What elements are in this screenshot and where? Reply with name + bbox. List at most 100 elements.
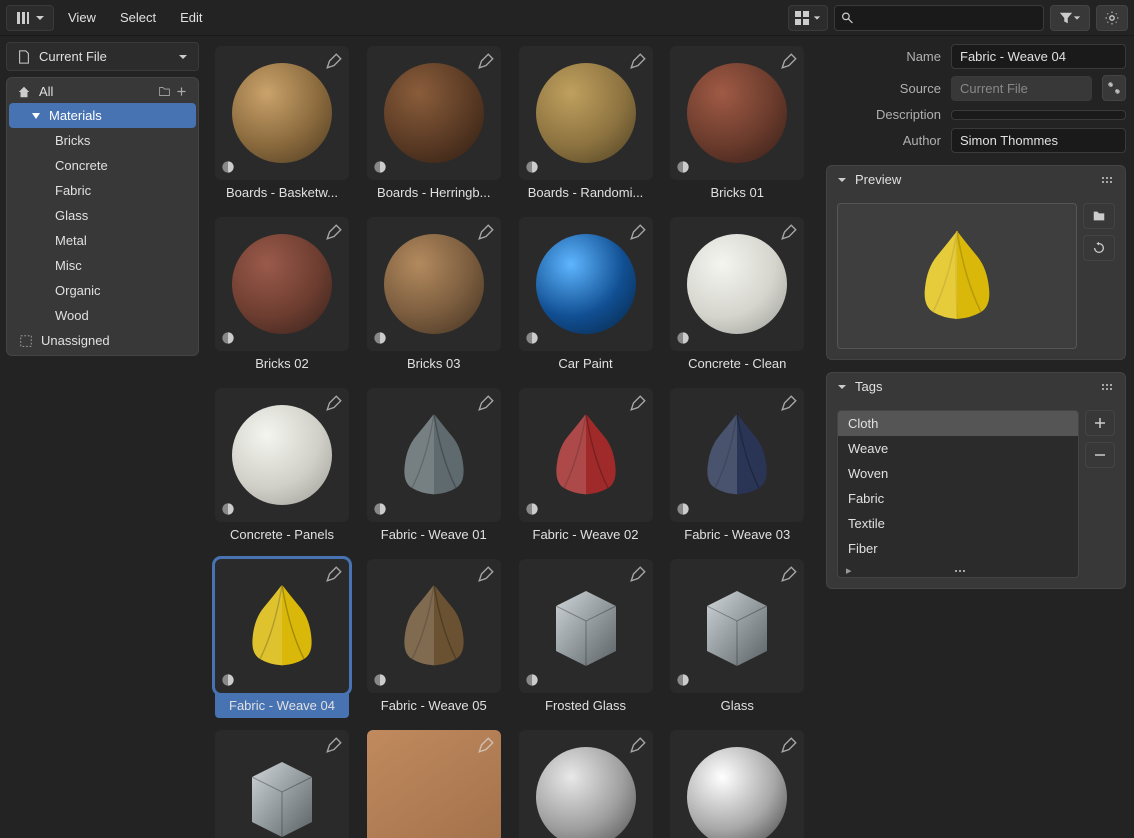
source-tools-button[interactable]	[1102, 75, 1126, 101]
tag-row[interactable]: Fabric	[838, 486, 1078, 511]
material-label: Bricks 02	[215, 351, 349, 376]
drag-handle-icon	[1101, 176, 1115, 184]
settings-button[interactable]	[1096, 5, 1128, 31]
material-card[interactable]: Concrete - Clean	[670, 217, 804, 376]
chevron-down-icon	[1073, 14, 1081, 22]
preview-refresh-button[interactable]	[1083, 235, 1115, 261]
tag-row[interactable]: Fiber	[838, 536, 1078, 561]
author-field[interactable]: Simon Thommes	[951, 128, 1126, 153]
source-selector[interactable]: Current File	[6, 42, 199, 71]
source-selector-label: Current File	[39, 49, 107, 64]
menu-edit[interactable]: Edit	[170, 6, 212, 29]
preview-header[interactable]: Preview	[827, 166, 1125, 193]
edit-icon	[325, 565, 343, 583]
catalog-tree: All Materials BricksConcreteFabricGlassM…	[6, 77, 199, 356]
material-card[interactable]: Concrete - Panels	[215, 388, 349, 547]
material-card[interactable]: Glass	[670, 559, 804, 718]
new-catalog-icon[interactable]	[158, 85, 171, 98]
material-preview	[215, 388, 349, 522]
material-label: Car Paint	[519, 351, 653, 376]
preview-load-button[interactable]	[1083, 203, 1115, 229]
material-card[interactable]: Metal - Chrome	[670, 730, 804, 838]
material-preview	[215, 46, 349, 180]
material-card[interactable]: Glass (Dispersion)	[215, 730, 349, 838]
material-card[interactable]: Bricks 03	[367, 217, 501, 376]
chevron-down-icon	[837, 382, 847, 392]
material-card[interactable]: Fabric - Weave 01	[367, 388, 501, 547]
edit-icon	[629, 52, 647, 70]
search-box[interactable]	[834, 5, 1044, 31]
tree-child-wood[interactable]: Wood	[9, 303, 196, 328]
tree-child-organic[interactable]: Organic	[9, 278, 196, 303]
material-card[interactable]: Fabric - Weave 03	[670, 388, 804, 547]
search-input[interactable]	[854, 10, 1037, 25]
material-type-icon	[219, 671, 237, 689]
material-label: Fabric - Weave 02	[519, 522, 653, 547]
edit-icon	[629, 394, 647, 412]
remove-tag-button[interactable]	[1085, 442, 1115, 468]
tree-child-fabric[interactable]: Fabric	[9, 178, 196, 203]
material-preview	[670, 46, 804, 180]
edit-icon	[780, 394, 798, 412]
material-type-icon	[674, 500, 692, 518]
tree-all[interactable]: All	[39, 84, 53, 99]
tags-title: Tags	[855, 379, 882, 394]
tree-unassigned[interactable]: Unassigned	[9, 328, 196, 353]
view-mode-button[interactable]	[788, 5, 828, 31]
tree-child-bricks[interactable]: Bricks	[9, 128, 196, 153]
description-field[interactable]	[951, 110, 1126, 120]
editor-type-button[interactable]	[6, 5, 54, 31]
edit-icon	[477, 736, 495, 754]
tag-row[interactable]: Cloth	[838, 411, 1078, 436]
tree-materials[interactable]: Materials	[9, 103, 196, 128]
edit-icon	[780, 736, 798, 754]
name-field[interactable]: Fabric - Weave 04	[951, 44, 1126, 69]
chevron-down-icon	[813, 14, 821, 22]
material-type-icon	[523, 329, 541, 347]
edit-icon	[780, 223, 798, 241]
play-icon: ▸	[846, 564, 852, 577]
unassigned-icon	[19, 334, 33, 348]
tag-row[interactable]: Woven	[838, 461, 1078, 486]
material-card[interactable]: Car Paint	[519, 217, 653, 376]
preview-section: Preview	[826, 165, 1126, 360]
material-preview	[519, 217, 653, 351]
tree-child-concrete[interactable]: Concrete	[9, 153, 196, 178]
filter-button[interactable]	[1050, 5, 1090, 31]
material-card[interactable]: Fabric - Weave 04	[215, 559, 349, 718]
material-card[interactable]: Bricks 02	[215, 217, 349, 376]
material-type-icon	[219, 158, 237, 176]
tags-header[interactable]: Tags	[827, 373, 1125, 400]
material-card[interactable]: Human Skin	[367, 730, 501, 838]
material-preview	[215, 730, 349, 838]
material-grid: Boards - Basketw...Boards - Herringb...B…	[205, 36, 818, 838]
material-type-icon	[371, 329, 389, 347]
menu-view[interactable]: View	[58, 6, 106, 29]
material-card[interactable]: Metal - Brushed	[519, 730, 653, 838]
tree-child-misc[interactable]: Misc	[9, 253, 196, 278]
tree-child-metal[interactable]: Metal	[9, 228, 196, 253]
material-card[interactable]: Frosted Glass	[519, 559, 653, 718]
header-bar: View Select Edit	[0, 0, 1134, 36]
material-card[interactable]: Bricks 01	[670, 46, 804, 205]
material-label: Boards - Basketw...	[215, 180, 349, 205]
tags-section: Tags ClothWeaveWovenFabricTextileFiber ▸	[826, 372, 1126, 589]
material-type-icon	[371, 500, 389, 518]
material-card[interactable]: Boards - Herringb...	[367, 46, 501, 205]
material-preview	[367, 730, 501, 838]
drag-handle-icon[interactable]	[954, 568, 968, 574]
add-tag-button[interactable]	[1085, 410, 1115, 436]
search-icon	[841, 11, 854, 25]
tree-child-glass[interactable]: Glass	[9, 203, 196, 228]
material-card[interactable]: Boards - Randomi...	[519, 46, 653, 205]
material-card[interactable]: Fabric - Weave 05	[367, 559, 501, 718]
tag-row[interactable]: Textile	[838, 511, 1078, 536]
material-card[interactable]: Fabric - Weave 02	[519, 388, 653, 547]
material-card[interactable]: Boards - Basketw...	[215, 46, 349, 205]
plus-icon[interactable]	[175, 85, 188, 98]
material-type-icon	[523, 500, 541, 518]
menu-select[interactable]: Select	[110, 6, 166, 29]
refresh-icon	[1092, 241, 1106, 255]
tag-row[interactable]: Weave	[838, 436, 1078, 461]
material-type-icon	[674, 329, 692, 347]
